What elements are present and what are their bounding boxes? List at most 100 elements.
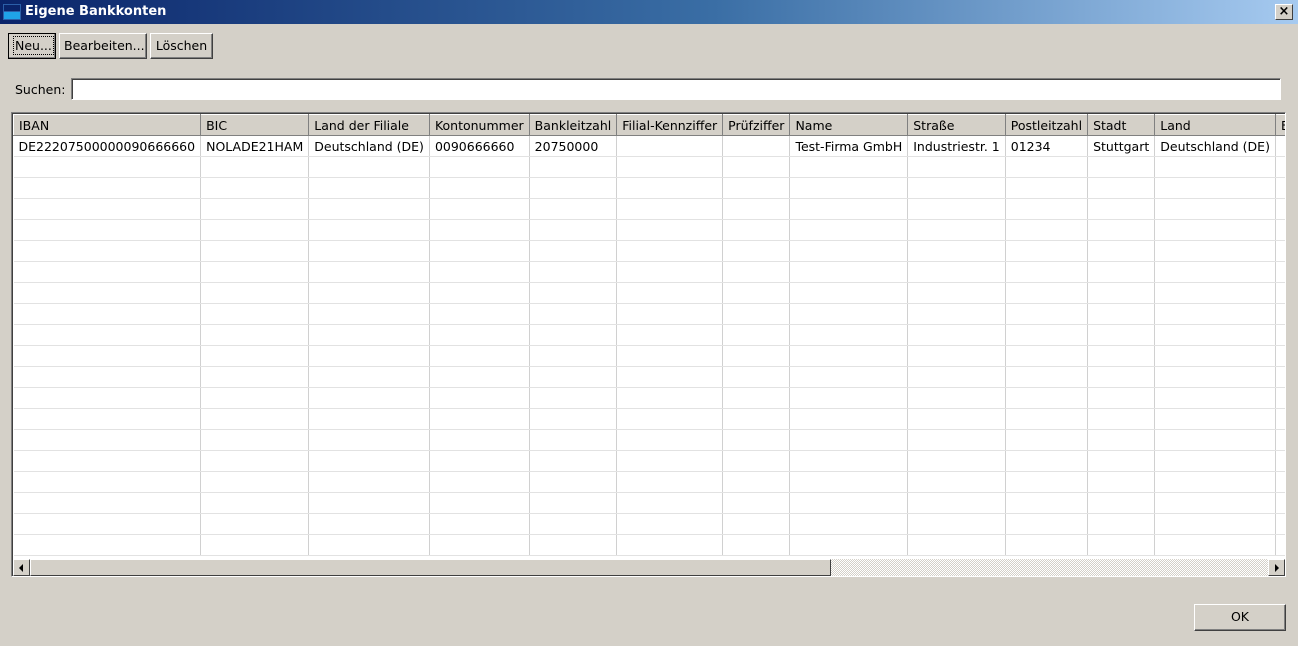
empty-table-row xyxy=(13,513,1285,535)
empty-cell xyxy=(616,513,724,535)
empty-cell xyxy=(616,429,724,451)
cell-street[interactable]: Industriestr. 1 xyxy=(907,135,1006,157)
delete-button[interactable]: Löschen xyxy=(150,33,213,59)
empty-cell xyxy=(13,324,202,346)
column-header-name[interactable]: Name xyxy=(789,114,909,136)
empty-cell xyxy=(1005,534,1089,556)
empty-cell xyxy=(789,156,909,178)
column-header-city[interactable]: Stadt xyxy=(1087,114,1156,136)
empty-table-row xyxy=(13,366,1285,388)
empty-cell xyxy=(13,513,202,535)
empty-cell xyxy=(1005,387,1089,409)
new-button[interactable]: Neu... xyxy=(8,33,56,59)
empty-cell xyxy=(907,345,1006,367)
column-header-bic[interactable]: BIC xyxy=(200,114,310,136)
empty-cell xyxy=(13,429,202,451)
cell-city[interactable]: Stuttgart xyxy=(1087,135,1156,157)
column-header-bank-code[interactable]: Bankleitzahl xyxy=(528,114,618,136)
cell-bank-code[interactable]: 20750000 xyxy=(529,135,618,157)
column-header-check-digit[interactable]: Prüfziffer xyxy=(722,114,791,136)
empty-cell xyxy=(1154,303,1276,325)
empty-cell xyxy=(429,534,530,556)
column-header-account-number[interactable]: Kontonummer xyxy=(428,114,530,136)
empty-cell xyxy=(1005,261,1089,283)
empty-cell xyxy=(907,303,1006,325)
empty-cell xyxy=(429,471,530,493)
empty-cell xyxy=(1005,282,1089,304)
empty-cell xyxy=(308,387,430,409)
empty-cell xyxy=(1154,177,1276,199)
empty-cell xyxy=(1087,471,1156,493)
empty-cell xyxy=(200,450,310,472)
empty-cell xyxy=(789,513,909,535)
empty-cell xyxy=(429,429,530,451)
empty-cell xyxy=(789,198,909,220)
empty-cell xyxy=(907,387,1006,409)
empty-cell xyxy=(200,513,310,535)
empty-cell xyxy=(1005,324,1089,346)
empty-cell xyxy=(1005,492,1089,514)
cell-country[interactable]: Deutschland (DE) xyxy=(1154,135,1276,157)
column-header-country[interactable]: Land xyxy=(1154,114,1276,136)
cell-bic[interactable]: NOLADE21HAM xyxy=(200,135,310,157)
empty-cell xyxy=(308,513,430,535)
table-row[interactable]: DE22207500000090666660 NOLADE21HAM Deuts… xyxy=(13,135,1285,157)
empty-cell xyxy=(200,198,310,220)
empty-cell xyxy=(616,534,724,556)
empty-cell xyxy=(308,408,430,430)
cell-check-digit[interactable] xyxy=(722,135,791,157)
empty-cell xyxy=(13,261,202,283)
scroll-left-button[interactable] xyxy=(13,559,30,576)
empty-cell xyxy=(1275,366,1285,388)
search-input[interactable] xyxy=(71,78,1281,100)
cell-email[interactable] xyxy=(1275,135,1285,157)
column-header-branch-code[interactable]: Filial-Kennziffer xyxy=(616,114,724,136)
empty-table-row xyxy=(13,534,1285,556)
horizontal-scrollbar[interactable] xyxy=(13,559,1285,576)
bank-window-icon xyxy=(3,4,21,20)
empty-cell xyxy=(308,240,430,262)
empty-cell xyxy=(1275,513,1285,535)
empty-cell xyxy=(616,366,724,388)
column-header-branch-country[interactable]: Land der Filiale xyxy=(308,114,430,136)
empty-cell xyxy=(1275,303,1285,325)
empty-cell xyxy=(13,471,202,493)
column-header-iban[interactable]: IBAN xyxy=(13,114,202,136)
cell-branch-code[interactable] xyxy=(616,135,724,157)
empty-table-row xyxy=(13,429,1285,451)
empty-cell xyxy=(200,156,310,178)
empty-cell xyxy=(200,303,310,325)
edit-button[interactable]: Bearbeiten... xyxy=(59,33,147,59)
empty-cell xyxy=(1005,240,1089,262)
cell-postal-code[interactable]: 01234 xyxy=(1005,135,1089,157)
empty-cell xyxy=(1154,534,1276,556)
scroll-right-button[interactable] xyxy=(1268,559,1285,576)
cell-account-number[interactable]: 0090666660 xyxy=(429,135,530,157)
empty-cell xyxy=(616,303,724,325)
empty-cell xyxy=(789,408,909,430)
title-bar[interactable]: Eigene Bankkonten × xyxy=(0,0,1298,24)
ok-button[interactable]: OK xyxy=(1194,604,1286,631)
column-header-street[interactable]: Straße xyxy=(907,114,1006,136)
new-button-label: Neu... xyxy=(13,36,54,55)
empty-table-row xyxy=(13,492,1285,514)
cell-branch-country[interactable]: Deutschland (DE) xyxy=(308,135,430,157)
empty-cell xyxy=(1087,177,1156,199)
empty-cell xyxy=(789,450,909,472)
empty-cell xyxy=(200,282,310,304)
column-header-postal-code[interactable]: Postleitzahl xyxy=(1004,114,1089,136)
cell-name[interactable]: Test-Firma GmbH xyxy=(789,135,909,157)
scrollbar-thumb[interactable] xyxy=(30,559,831,576)
empty-cell xyxy=(1087,366,1156,388)
empty-cell xyxy=(1154,429,1276,451)
empty-cell xyxy=(529,408,618,430)
empty-cell xyxy=(429,156,530,178)
column-header-email[interactable]: E-Mail xyxy=(1274,114,1285,136)
close-button[interactable]: × xyxy=(1275,4,1293,20)
empty-cell xyxy=(1275,492,1285,514)
bank-accounts-dialog: Eigene Bankkonten × Neu... Bearbeiten...… xyxy=(0,0,1298,646)
cell-iban[interactable]: DE22207500000090666660 xyxy=(13,135,202,157)
empty-cell xyxy=(13,240,202,262)
empty-cell xyxy=(1154,471,1276,493)
empty-cell xyxy=(529,303,618,325)
